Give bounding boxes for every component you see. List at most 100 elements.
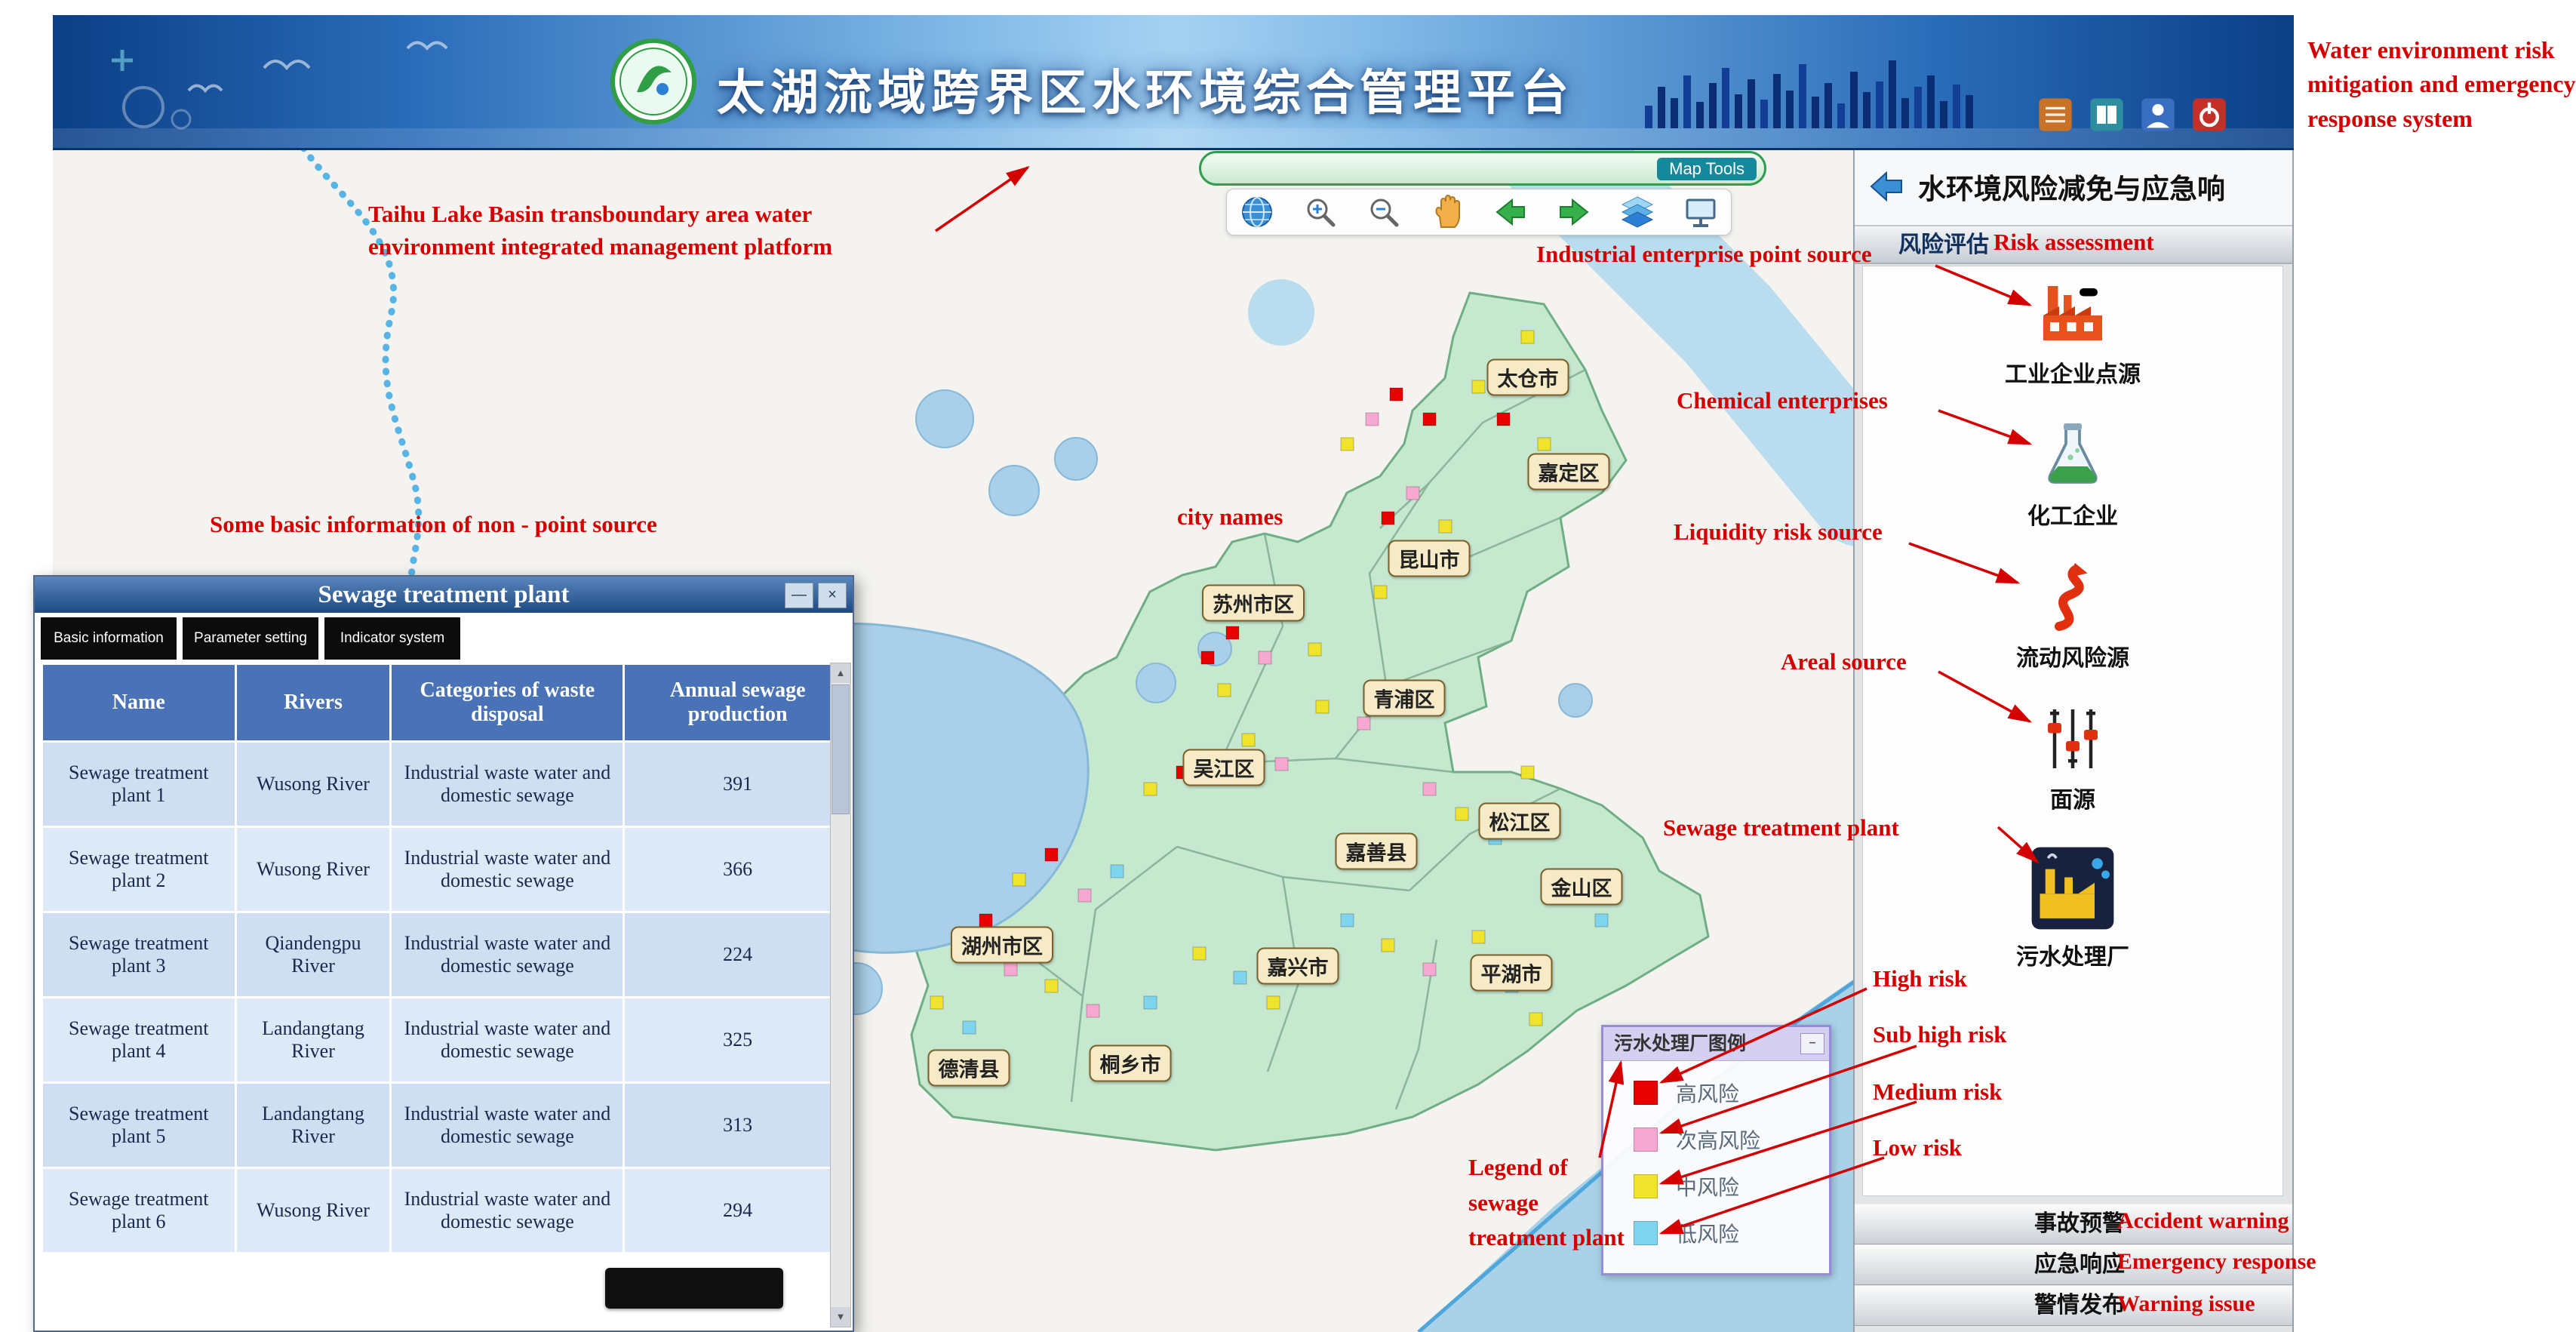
risk-marker[interactable]: [1390, 388, 1403, 401]
risk-marker[interactable]: [1087, 1004, 1099, 1017]
risk-marker[interactable]: [1341, 914, 1354, 927]
table-row[interactable]: Sewage treatment plant 4Landangtang Rive…: [43, 998, 850, 1081]
risk-marker[interactable]: [1045, 980, 1058, 992]
risk-marker[interactable]: [963, 1021, 976, 1034]
risk-marker[interactable]: [1111, 865, 1124, 878]
panel-tool-4[interactable]: 面源: [2005, 703, 2141, 814]
pan-icon[interactable]: [1429, 194, 1465, 230]
risk-marker[interactable]: [1144, 783, 1157, 795]
risk-marker[interactable]: [1382, 512, 1394, 524]
risk-marker[interactable]: [1538, 438, 1551, 451]
tab-indicator-system[interactable]: Indicator system: [324, 617, 460, 660]
risk-marker[interactable]: [1218, 684, 1231, 697]
power-icon[interactable]: [2190, 95, 2229, 134]
risk-marker[interactable]: [1275, 758, 1288, 771]
risk-marker[interactable]: [1144, 996, 1157, 1009]
risk-marker[interactable]: [1308, 643, 1321, 656]
risk-marker[interactable]: [1382, 939, 1394, 952]
risk-marker[interactable]: [1341, 438, 1354, 451]
risk-marker[interactable]: [1357, 717, 1370, 730]
minimize-button[interactable]: —: [785, 583, 813, 608]
risk-marker[interactable]: [1267, 996, 1280, 1009]
close-button[interactable]: ×: [818, 583, 847, 608]
risk-marker[interactable]: [1521, 331, 1534, 343]
risk-marker[interactable]: [1045, 848, 1058, 861]
risk-marker[interactable]: [1242, 734, 1255, 746]
flask-icon: [2037, 419, 2109, 491]
risk-marker[interactable]: [1316, 700, 1329, 713]
risk-marker[interactable]: [1497, 413, 1510, 426]
risk-marker[interactable]: [1423, 413, 1436, 426]
panel-tool-5[interactable]: 污水处理厂: [2005, 844, 2141, 971]
scroll-up-icon[interactable]: ▲: [831, 663, 850, 683]
scroll-down-icon[interactable]: ▼: [831, 1307, 850, 1327]
risk-marker[interactable]: [954, 939, 967, 952]
risk-marker[interactable]: [1505, 980, 1518, 992]
risk-marker[interactable]: [1374, 586, 1387, 598]
risk-marker[interactable]: [1176, 766, 1189, 779]
scroll-thumb[interactable]: [832, 684, 850, 814]
risk-marker[interactable]: [1398, 561, 1411, 574]
risk-marker[interactable]: [1226, 626, 1239, 639]
table-cell: Industrial waste water and domestic sewa…: [392, 743, 622, 826]
risk-marker[interactable]: [1193, 947, 1206, 960]
risk-marker[interactable]: [1521, 766, 1534, 779]
map-tools-label[interactable]: Map Tools: [1657, 158, 1757, 180]
table-row[interactable]: Sewage treatment plant 1Wusong RiverIndu…: [43, 743, 850, 826]
layers-icon[interactable]: [1619, 194, 1655, 230]
panel-tool-label: 面源: [2050, 781, 2095, 814]
user-icon[interactable]: [2138, 95, 2178, 134]
risk-assessment-section[interactable]: 风险评估: [1855, 226, 2292, 264]
table-cell: Sewage treatment plant 2: [43, 828, 235, 911]
risk-marker[interactable]: [930, 996, 943, 1009]
zoom-out-icon[interactable]: [1366, 194, 1402, 230]
risk-marker[interactable]: [1423, 783, 1436, 795]
table-row[interactable]: Sewage treatment plant 2Wusong RiverIndu…: [43, 828, 850, 911]
risk-marker[interactable]: [1472, 380, 1485, 393]
risk-marker[interactable]: [1366, 413, 1379, 426]
risk-marker[interactable]: [1456, 808, 1468, 820]
tab-basic-information[interactable]: Basic information: [41, 617, 177, 660]
panel-tool-3[interactable]: 流动风险源: [2005, 561, 2141, 672]
risk-marker[interactable]: [1013, 873, 1025, 886]
table-row[interactable]: Sewage treatment plant 5Landangtang Rive…: [43, 1084, 850, 1167]
panel-back-arrow-icon[interactable]: [1865, 168, 1907, 205]
screen-icon[interactable]: [1683, 194, 1719, 230]
panel-section-2[interactable]: 应急响应: [1855, 1244, 2292, 1285]
window-titlebar[interactable]: Sewage treatment plant — ×: [35, 577, 853, 613]
panel-section-3[interactable]: 警情发布: [1855, 1285, 2292, 1326]
risk-marker[interactable]: [1201, 651, 1214, 664]
table-scrollbar[interactable]: ▲ ▼: [830, 663, 851, 1327]
legend-header[interactable]: 污水处理厂图例 –: [1603, 1027, 1829, 1061]
risk-marker[interactable]: [1423, 963, 1436, 976]
risk-marker[interactable]: [979, 914, 992, 927]
table-cell: Industrial waste water and domestic sewa…: [392, 998, 622, 1081]
legend-close-button[interactable]: –: [1800, 1033, 1824, 1054]
forward-arrow-icon[interactable]: [1556, 194, 1592, 230]
table-row[interactable]: Sewage treatment plant 3Qiandengpu River…: [43, 913, 850, 996]
risk-marker[interactable]: [1489, 832, 1502, 844]
risk-marker[interactable]: [1472, 931, 1485, 943]
book-icon[interactable]: [2087, 95, 2126, 134]
risk-marker[interactable]: [1234, 971, 1247, 984]
back-arrow-icon[interactable]: [1492, 194, 1529, 230]
risk-marker[interactable]: [1078, 889, 1091, 902]
window-footer-button[interactable]: [605, 1268, 783, 1309]
zoom-in-icon[interactable]: [1302, 194, 1339, 230]
risk-marker[interactable]: [1529, 1013, 1542, 1026]
grid-icon[interactable]: [2036, 95, 2075, 134]
panel-tool-1[interactable]: 工业企业点源: [2005, 277, 2141, 389]
risk-marker[interactable]: [1595, 914, 1608, 927]
risk-marker[interactable]: [1259, 651, 1271, 664]
globe-icon[interactable]: [1239, 194, 1275, 230]
risk-marker[interactable]: [1004, 963, 1017, 976]
panel-tool-2[interactable]: 化工企业: [2005, 419, 2141, 531]
panel-section-1[interactable]: 事故预警: [1855, 1204, 2292, 1244]
table-cell: Wusong River: [237, 743, 390, 826]
risk-marker[interactable]: [1563, 889, 1575, 902]
table-row[interactable]: Sewage treatment plant 6Wusong RiverIndu…: [43, 1169, 850, 1252]
risk-marker[interactable]: [1406, 487, 1419, 500]
risk-marker[interactable]: [1439, 520, 1452, 533]
risk-marker[interactable]: [1390, 700, 1403, 713]
tab-parameter-setting[interactable]: Parameter setting: [183, 617, 318, 660]
